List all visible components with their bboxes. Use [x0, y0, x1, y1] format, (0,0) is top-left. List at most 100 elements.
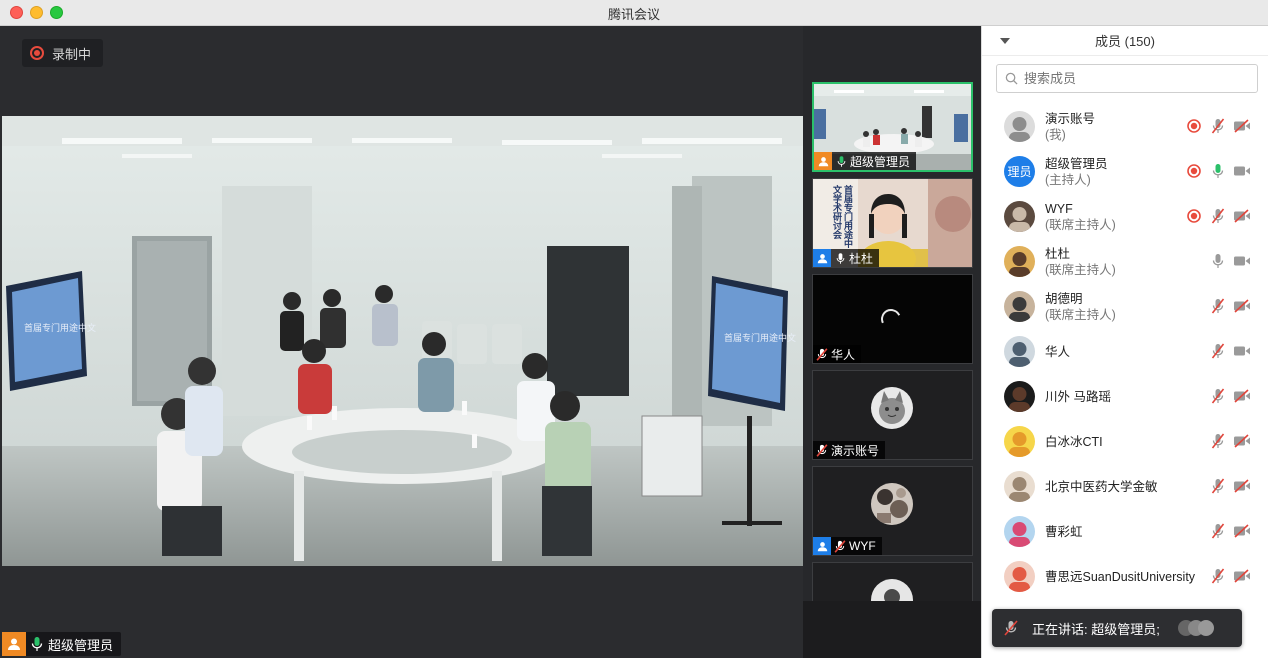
- member-row[interactable]: 华人: [982, 329, 1268, 374]
- tile-label: 演示账号: [813, 441, 886, 459]
- mic-icon: [831, 249, 849, 267]
- record-icon: [1185, 116, 1203, 136]
- cat-avatar: [871, 387, 913, 429]
- member-row[interactable]: 杜杜 (联席主持人): [982, 239, 1268, 284]
- member-row[interactable]: 演示账号 (我): [982, 104, 1268, 149]
- member-status-icons: [1185, 521, 1251, 541]
- member-search[interactable]: [996, 64, 1258, 93]
- member-name: 超级管理员: [1045, 156, 1108, 171]
- mic-muted-icon[interactable]: [1209, 341, 1227, 361]
- member-avatar-text: 理员: [1007, 165, 1032, 179]
- thumb-banner-text: 首届专门用途中文学术研讨会: [832, 185, 853, 248]
- mic-muted-icon: [1004, 620, 1018, 636]
- video-tile[interactable]: 演示账号: [812, 370, 973, 460]
- camera-off-icon[interactable]: [1233, 206, 1251, 226]
- camera-off-icon[interactable]: [1233, 116, 1251, 136]
- member-row[interactable]: 曹彩虹: [982, 509, 1268, 554]
- mic-muted-icon[interactable]: [1209, 521, 1227, 541]
- member-search-input[interactable]: [1024, 71, 1244, 86]
- member-panel-header[interactable]: 成员 (150): [982, 26, 1268, 56]
- video-tile[interactable]: 华人: [812, 274, 973, 364]
- mic-active-icon[interactable]: [1209, 161, 1227, 181]
- member-row[interactable]: 曹思远SuanDusitUniversity: [982, 554, 1268, 599]
- tile-name: 华人: [831, 347, 856, 362]
- camera-off-icon[interactable]: [1233, 476, 1251, 496]
- collapse-caret-icon[interactable]: [1000, 38, 1010, 44]
- member-info: 曹思远SuanDusitUniversity: [1045, 569, 1195, 585]
- camera-icon[interactable]: [1233, 341, 1251, 361]
- record-placeholder: [1185, 566, 1203, 586]
- record-icon: [1185, 206, 1203, 226]
- mic-muted-icon[interactable]: [1209, 386, 1227, 406]
- main-video-area[interactable]: 录制中 首届专门用途中文 首届专门用途中文 超级管理员: [0, 26, 803, 658]
- member-status-icons: [1185, 161, 1251, 181]
- member-row[interactable]: 川外 马路瑶: [982, 374, 1268, 419]
- member-name: 华人: [1045, 344, 1071, 359]
- member-status-icons: [1185, 206, 1251, 226]
- user-icon: [813, 537, 831, 555]
- participant-video-strip[interactable]: 超级管理员 首届专门用途中文学术研讨会 杜杜 华人 演示账号 WYF: [803, 26, 981, 601]
- member-name: 杜杜: [1045, 246, 1071, 261]
- record-placeholder: [1185, 296, 1203, 316]
- member-avatar: [1004, 336, 1035, 367]
- record-placeholder: [1185, 341, 1203, 361]
- camera-off-icon[interactable]: [1233, 386, 1251, 406]
- camera-off-icon[interactable]: [1233, 296, 1251, 316]
- member-row[interactable]: 胡德明 (联席主持人): [982, 284, 1268, 329]
- member-avatar: [1004, 516, 1035, 547]
- member-status-icons: [1185, 116, 1251, 136]
- camera-off-icon[interactable]: [1233, 566, 1251, 586]
- member-status-icons: [1185, 251, 1251, 271]
- member-info: 华人: [1045, 344, 1070, 360]
- member-row[interactable]: 北京中医药大学金敏: [982, 464, 1268, 509]
- member-name: 曹彩虹: [1045, 524, 1083, 539]
- speaking-indicator: 正在讲话: 超级管理员;: [992, 609, 1242, 647]
- member-info: 白冰冰CTI: [1045, 434, 1103, 450]
- member-status-icons: [1185, 341, 1251, 361]
- member-row[interactable]: 理员 超级管理员 (主持人): [982, 149, 1268, 194]
- tile-label: WYF: [813, 537, 882, 555]
- mic-muted-icon[interactable]: [1209, 566, 1227, 586]
- member-list[interactable]: 演示账号 (我) 理员 超级管理员 (主持人) WYF (联席主持人) 杜杜 (联席主持人) 胡德…: [982, 104, 1268, 599]
- member-name: 演示账号: [1045, 111, 1096, 126]
- recording-indicator[interactable]: 录制中: [22, 39, 104, 67]
- record-placeholder: [1185, 476, 1203, 496]
- video-tile[interactable]: WYF: [812, 466, 973, 556]
- camera-off-icon[interactable]: [1233, 431, 1251, 451]
- member-name: 胡德明: [1045, 291, 1083, 306]
- video-tile[interactable]: 超级管理员: [812, 82, 973, 172]
- member-row[interactable]: WYF (联席主持人): [982, 194, 1268, 239]
- record-placeholder: [1185, 431, 1203, 451]
- mic-muted-icon[interactable]: [1209, 296, 1227, 316]
- camera-icon[interactable]: [1233, 161, 1251, 181]
- member-avatar: [1004, 291, 1035, 322]
- user-icon: [2, 632, 26, 656]
- member-avatar: [1004, 111, 1035, 142]
- video-tile[interactable]: [812, 562, 973, 601]
- member-avatar: [1004, 381, 1035, 412]
- member-avatar: [1004, 471, 1035, 502]
- conference-room-scene: 首届专门用途中文 首届专门用途中文: [2, 116, 803, 566]
- member-row[interactable]: 白冰冰CTI: [982, 419, 1268, 464]
- speaking-text: 正在讲话: 超级管理员;: [1032, 621, 1160, 637]
- mic-icon[interactable]: [1209, 251, 1227, 271]
- record-placeholder: [1185, 521, 1203, 541]
- title-bar: 腾讯会议: [0, 0, 1268, 26]
- main-speaker-name: 超级管理员: [48, 637, 114, 653]
- member-panel: 成员 (150) 演示账号(我)理员超级管理员(主持人)WYF(联席主持人)杜杜…: [981, 26, 1268, 658]
- tile-label: 杜杜: [813, 249, 880, 267]
- member-role: (联席主持人): [1045, 262, 1116, 277]
- member-status-icons: [1185, 566, 1251, 586]
- mic-muted-icon[interactable]: [1209, 206, 1227, 226]
- camera-icon[interactable]: [1233, 251, 1251, 271]
- user-avatar: [871, 579, 913, 601]
- member-avatar: 理员: [1004, 156, 1035, 187]
- user-avatar: [871, 483, 913, 525]
- member-info: 演示账号 (我): [1045, 111, 1095, 143]
- tile-name: 杜杜: [849, 251, 874, 266]
- mic-muted-icon[interactable]: [1209, 431, 1227, 451]
- mic-muted-icon[interactable]: [1209, 116, 1227, 136]
- video-tile[interactable]: 首届专门用途中文学术研讨会 杜杜: [812, 178, 973, 268]
- mic-muted-icon[interactable]: [1209, 476, 1227, 496]
- camera-off-icon[interactable]: [1233, 521, 1251, 541]
